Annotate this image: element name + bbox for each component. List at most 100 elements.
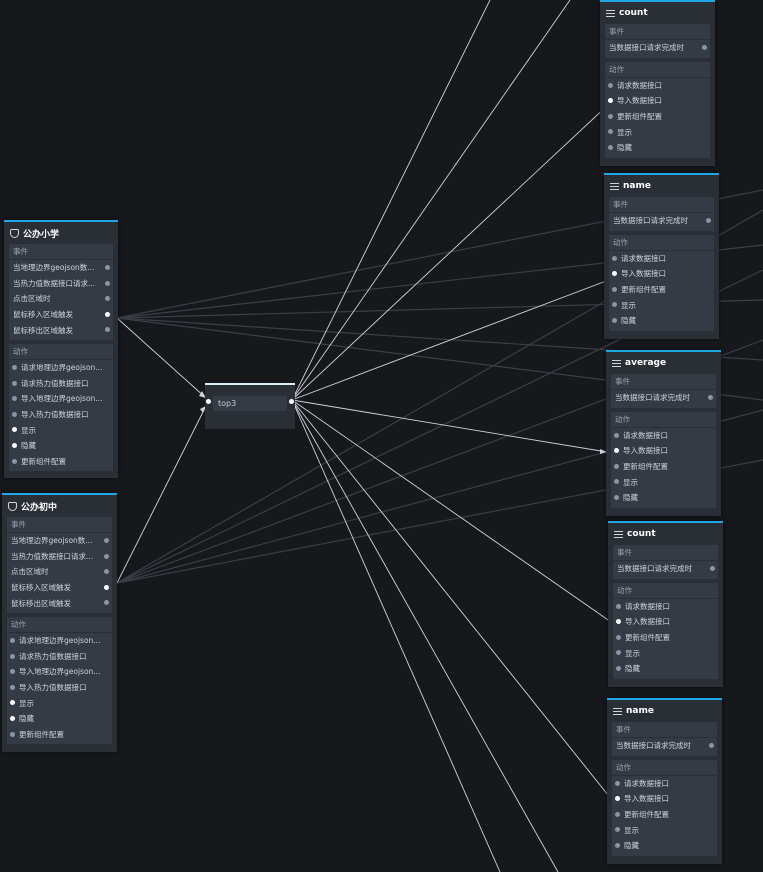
output-port[interactable]: [709, 743, 714, 748]
input-port[interactable]: [608, 144, 613, 150]
node-count-1[interactable]: count 事件 当数据接口请求完成时 动作 请求数据接口 导入数据接口 更新组…: [600, 0, 715, 166]
node-name-1[interactable]: name 事件 当数据接口请求完成时 动作 请求数据接口 导入数据接口 更新组件…: [604, 173, 719, 339]
output-port[interactable]: [104, 538, 109, 543]
event-row[interactable]: 当热力值数据接口请求...: [9, 276, 113, 292]
event-row[interactable]: 当数据接口请求完成时: [613, 561, 718, 577]
event-row[interactable]: 当数据接口请求完成时: [605, 40, 710, 56]
event-row[interactable]: 当数据接口请求完成时: [611, 390, 716, 406]
input-port[interactable]: [10, 669, 15, 675]
input-port[interactable]: [614, 432, 619, 438]
input-port[interactable]: [612, 271, 617, 277]
action-row[interactable]: 更新组件配置: [613, 630, 718, 646]
input-port[interactable]: [608, 98, 613, 104]
input-port[interactable]: [12, 442, 17, 448]
event-row[interactable]: 鼠标移入区域触发: [7, 580, 112, 596]
input-port[interactable]: [608, 82, 613, 88]
action-row[interactable]: 显示: [605, 124, 710, 140]
action-row[interactable]: 更新组件配置: [7, 727, 112, 743]
action-row[interactable]: 导入数据接口: [609, 266, 714, 282]
action-row[interactable]: 更新组件配置: [611, 459, 716, 475]
action-row[interactable]: 请求数据接口: [605, 78, 710, 94]
action-row[interactable]: 请求地理边界geojson...: [9, 360, 113, 376]
action-row[interactable]: 显示: [612, 822, 717, 838]
input-port[interactable]: [616, 650, 621, 656]
action-row[interactable]: 请求数据接口: [613, 599, 718, 615]
node-average[interactable]: average 事件 当数据接口请求完成时 动作 请求数据接口 导入数据接口 更…: [606, 350, 721, 516]
event-row[interactable]: 当数据接口请求完成时: [609, 213, 714, 229]
action-row[interactable]: 隐藏: [9, 438, 113, 454]
action-row[interactable]: 请求数据接口: [612, 776, 717, 792]
input-port[interactable]: [616, 619, 621, 625]
output-port[interactable]: [706, 218, 711, 223]
event-row[interactable]: 点击区域时: [9, 291, 113, 307]
input-port[interactable]: [616, 665, 621, 671]
input-port[interactable]: [10, 653, 15, 659]
event-row[interactable]: 鼠标移入区域触发: [9, 307, 113, 323]
event-row[interactable]: 当热力值数据接口请求...: [7, 549, 112, 565]
output-port[interactable]: [105, 265, 110, 270]
input-port[interactable]: [615, 780, 620, 786]
action-row[interactable]: 导入热力值数据接口: [9, 407, 113, 423]
action-row[interactable]: 隐藏: [7, 711, 112, 727]
action-row[interactable]: 更新组件配置: [612, 807, 717, 823]
action-row[interactable]: 显示: [7, 695, 112, 711]
event-row[interactable]: 点击区域时: [7, 564, 112, 580]
action-row[interactable]: 隐藏: [609, 313, 714, 329]
action-row[interactable]: 隐藏: [611, 490, 716, 506]
input-port[interactable]: [12, 380, 17, 386]
input-port[interactable]: [614, 448, 619, 454]
input-port[interactable]: [616, 603, 621, 609]
output-port[interactable]: [105, 311, 110, 317]
action-row[interactable]: 隐藏: [612, 838, 717, 854]
action-row[interactable]: 导入数据接口: [612, 791, 717, 807]
output-port[interactable]: [105, 296, 110, 302]
action-row[interactable]: 请求热力值数据接口: [9, 376, 113, 392]
action-row[interactable]: 导入数据接口: [613, 614, 718, 630]
action-row[interactable]: 请求数据接口: [609, 251, 714, 267]
input-port[interactable]: [614, 494, 619, 500]
input-port[interactable]: [615, 796, 620, 802]
input-port[interactable]: [12, 364, 17, 370]
action-row[interactable]: 隐藏: [605, 140, 710, 156]
event-row[interactable]: 当地理边界geojson数...: [9, 260, 113, 276]
input-port[interactable]: [615, 811, 620, 817]
input-port[interactable]: [12, 458, 17, 464]
output-port[interactable]: [105, 280, 110, 286]
input-port[interactable]: [10, 715, 15, 721]
action-row[interactable]: 显示: [609, 297, 714, 313]
output-port[interactable]: [702, 45, 707, 50]
action-row[interactable]: 请求地理边界geojson...: [7, 633, 112, 649]
input-port[interactable]: [10, 731, 15, 737]
action-row[interactable]: 更新组件配置: [605, 109, 710, 125]
output-port[interactable]: [104, 584, 109, 590]
input-port[interactable]: [615, 827, 620, 833]
node-count-2[interactable]: count 事件 当数据接口请求完成时 动作 请求数据接口 导入数据接口 更新组…: [608, 521, 723, 687]
event-row[interactable]: 鼠标移出区域触发: [7, 595, 112, 611]
input-port[interactable]: [612, 286, 617, 292]
input-port[interactable]: [612, 317, 617, 323]
output-port[interactable]: [104, 600, 109, 606]
output-port[interactable]: [104, 569, 109, 575]
action-row[interactable]: 导入数据接口: [611, 443, 716, 459]
output-port[interactable]: [105, 327, 110, 333]
node-primary-school[interactable]: 公办小学 事件 当地理边界geojson数... 当热力值数据接口请求... 点…: [4, 220, 118, 478]
input-port[interactable]: [12, 411, 17, 417]
action-row[interactable]: 导入地理边界geojson...: [7, 664, 112, 680]
action-row[interactable]: 显示: [9, 422, 113, 438]
input-port[interactable]: [10, 700, 15, 706]
node-name-2[interactable]: name 事件 当数据接口请求完成时 动作 请求数据接口 导入数据接口 更新组件…: [607, 698, 722, 864]
action-row[interactable]: 显示: [613, 645, 718, 661]
output-port[interactable]: [710, 566, 715, 571]
input-port[interactable]: [616, 634, 621, 640]
action-row[interactable]: 导入数据接口: [605, 93, 710, 109]
node-middle-school[interactable]: 公办初中 事件 当地理边界geojson数... 当热力值数据接口请求... 点…: [2, 493, 117, 752]
input-port[interactable]: [10, 684, 15, 690]
action-row[interactable]: 更新组件配置: [609, 282, 714, 298]
event-row[interactable]: 当数据接口请求完成时: [612, 738, 717, 754]
input-port[interactable]: [614, 479, 619, 485]
input-port[interactable]: [206, 399, 211, 404]
output-port[interactable]: [289, 399, 294, 404]
input-port[interactable]: [608, 129, 613, 135]
action-row[interactable]: 请求数据接口: [611, 428, 716, 444]
input-port[interactable]: [608, 113, 613, 119]
